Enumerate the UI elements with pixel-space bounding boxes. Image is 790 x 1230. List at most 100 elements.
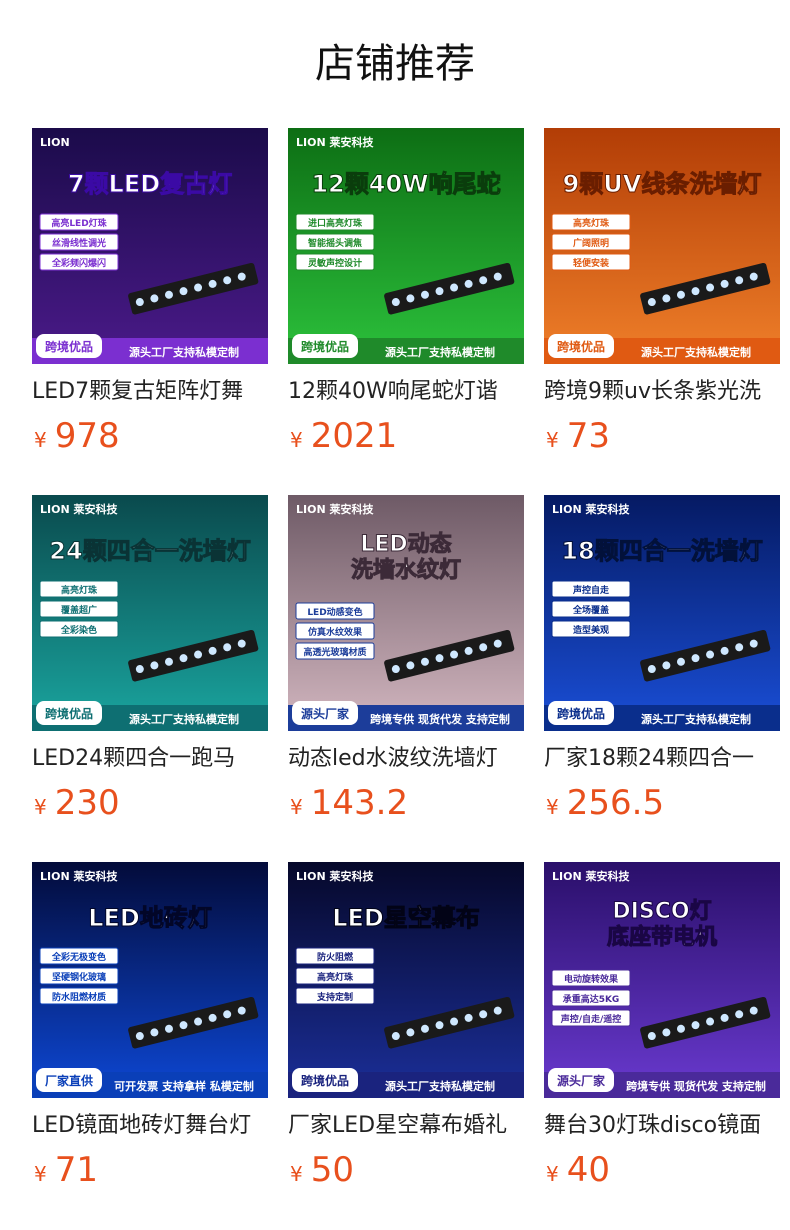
thumb-badge: 跨境优品 xyxy=(301,1073,349,1088)
product-card[interactable]: LION 莱安科技 12颗40W响尾蛇 进口高亮灯珠 智能摇头调焦 灵敏声控设计 跨境优品… xyxy=(288,128,524,488)
currency-symbol: ¥ xyxy=(546,1162,559,1186)
thumb-headline: 7颗LED复古灯 xyxy=(68,170,232,198)
currency-symbol: ¥ xyxy=(290,428,303,452)
product-card[interactable]: LION 莱安科技 18颗四合一洗墙灯 声控自走 全场覆盖 造型美观 跨境优品 源头工厂支持… xyxy=(544,495,780,855)
price-amount: 256.5 xyxy=(566,783,665,823)
product-price: ¥978 xyxy=(34,416,120,456)
thumb-tag: 全场覆盖 xyxy=(572,604,609,616)
thumb-footer: 源头工厂支持私模定制 xyxy=(641,345,751,359)
thumb-headline: DISCO灯 xyxy=(612,899,711,924)
product-price: ¥50 xyxy=(290,1150,354,1190)
thumb-tag: 高亮灯珠 xyxy=(317,971,354,983)
thumb-tag: LED动感变色 xyxy=(307,606,362,618)
product-price: ¥256.5 xyxy=(546,783,664,823)
product-card[interactable]: LION 莱安科技 DISCO灯 底座带电机电动旋转效果 承重高达5KG 声控/自走/遥… xyxy=(544,862,780,1222)
product-price: ¥73 xyxy=(546,416,610,456)
product-card[interactable]: LION 7颗LED复古灯 高亮LED灯珠 丝滑线性调光 全彩频闪爆闪 跨境优品 源头工厂支… xyxy=(32,128,268,488)
price-amount: 71 xyxy=(54,1150,98,1190)
thumb-tag: 全彩染色 xyxy=(60,624,97,636)
product-name[interactable]: LED7颗复古矩阵灯舞 xyxy=(32,376,268,408)
thumb-tag: 灵敏声控设计 xyxy=(307,257,362,269)
currency-symbol: ¥ xyxy=(34,428,47,452)
product-price: ¥71 xyxy=(34,1150,98,1190)
thumb-headline: 底座带电机 xyxy=(607,924,717,950)
thumb-tag: 声控/自走/遥控 xyxy=(560,1013,622,1025)
thumb-footer: 源头工厂支持私模定制 xyxy=(129,345,239,359)
product-image[interactable]: LION 莱安科技 12颗40W响尾蛇 进口高亮灯珠 智能摇头调焦 灵敏声控设计 跨境优品… xyxy=(288,128,524,364)
thumb-tag: 智能摇头调焦 xyxy=(308,237,362,249)
thumb-footer: 源头工厂支持私模定制 xyxy=(129,712,239,726)
product-card[interactable]: LION 莱安科技 LED星空幕布 防火阻燃 高亮灯珠 支持定制 跨境优品 源头工厂支持私模… xyxy=(288,862,524,1222)
page-title: 店铺推荐 xyxy=(315,41,475,87)
product-image[interactable]: LION 莱安科技 LED动态 洗墙水纹灯 LED动感变色 仿真水纹效果 高透光玻璃材质源… xyxy=(288,495,524,731)
product-name[interactable]: 舞台30灯珠disco镜面 xyxy=(544,1110,780,1142)
currency-symbol: ¥ xyxy=(290,795,303,819)
product-name[interactable]: 厂家LED星空幕布婚礼 xyxy=(288,1110,524,1142)
product-name[interactable]: 厂家18颗24颗四合一 xyxy=(544,743,780,775)
thumb-headline: LED动态 xyxy=(360,531,451,557)
thumb-tag: 防火阻燃 xyxy=(317,951,354,963)
price-amount: 50 xyxy=(310,1150,354,1190)
product-name[interactable]: LED镜面地砖灯舞台灯 xyxy=(32,1110,268,1142)
thumb-footer: 跨境专供 现货代发 支持定制 xyxy=(626,1079,766,1093)
product-name[interactable]: 12颗40W响尾蛇灯谐 xyxy=(288,376,524,408)
thumb-tag: 高亮LED灯珠 xyxy=(51,217,107,229)
brand-logo: LION 莱安科技 xyxy=(296,869,374,883)
product-price: ¥2021 xyxy=(290,416,397,456)
product-image[interactable]: LION 莱安科技 24颗四合一洗墙灯 高亮灯珠 覆盖超广 全彩染色 跨境优品 源头工厂支持… xyxy=(32,495,268,731)
thumb-headline: 18颗四合一洗墙灯 xyxy=(561,537,762,565)
thumb-tag: 承重高达5KG xyxy=(563,993,620,1005)
product-image[interactable]: 9颗UV线条洗墙灯 高亮灯珠 广阔照明 轻便安装 跨境优品 源头工厂支持私模定制 xyxy=(544,128,780,364)
price-amount: 143.2 xyxy=(310,783,409,823)
thumb-badge: 跨境优品 xyxy=(557,706,605,721)
product-card[interactable]: LION 莱安科技 LED动态 洗墙水纹灯 LED动感变色 仿真水纹效果 高透光玻璃材质源… xyxy=(288,495,524,855)
product-price: ¥143.2 xyxy=(290,783,408,823)
brand-logo: LION 莱安科技 xyxy=(296,502,374,516)
thumb-badge: 跨境优品 xyxy=(301,339,349,354)
thumb-badge: 跨境优品 xyxy=(45,706,93,721)
thumb-footer: 源头工厂支持私模定制 xyxy=(385,1079,495,1093)
thumb-footer: 源头工厂支持私模定制 xyxy=(385,345,495,359)
thumb-headline: 9颗UV线条洗墙灯 xyxy=(563,170,762,198)
product-card[interactable]: LION 莱安科技 LED地砖灯 全彩无极变色 坚硬钢化玻璃 防水阻燃材质 厂家直供 可开发… xyxy=(32,862,268,1222)
brand-logo: LION 莱安科技 xyxy=(40,502,118,516)
currency-symbol: ¥ xyxy=(546,428,559,452)
product-name[interactable]: LED24颗四合一跑马 xyxy=(32,743,268,775)
brand-logo: LION 莱安科技 xyxy=(296,135,374,149)
thumb-badge: 跨境优品 xyxy=(557,339,605,354)
thumb-tag: 全彩无极变色 xyxy=(51,951,106,963)
thumb-badge: 厂家直供 xyxy=(45,1073,93,1088)
product-price: ¥230 xyxy=(34,783,120,823)
brand-logo: LION 莱安科技 xyxy=(552,869,630,883)
product-name[interactable]: 动态led水波纹洗墙灯 xyxy=(288,743,524,775)
thumb-headline: LED地砖灯 xyxy=(88,904,212,932)
thumb-tag: 坚硬钢化玻璃 xyxy=(52,971,106,983)
thumb-tag: 丝滑线性调光 xyxy=(52,237,106,249)
currency-symbol: ¥ xyxy=(34,795,47,819)
product-card[interactable]: LION 莱安科技 24颗四合一洗墙灯 高亮灯珠 覆盖超广 全彩染色 跨境优品 源头工厂支持… xyxy=(32,495,268,855)
thumb-tag: 声控自走 xyxy=(572,584,609,596)
thumb-badge: 跨境优品 xyxy=(45,339,93,354)
thumb-headline: 洗墙水纹灯 xyxy=(351,557,461,583)
thumb-footer: 跨境专供 现货代发 支持定制 xyxy=(370,712,510,726)
thumb-tag: 广阔照明 xyxy=(573,237,609,249)
product-image[interactable]: LION 莱安科技 LED地砖灯 全彩无极变色 坚硬钢化玻璃 防水阻燃材质 厂家直供 可开发… xyxy=(32,862,268,1098)
brand-logo: LION xyxy=(40,136,70,149)
currency-symbol: ¥ xyxy=(546,795,559,819)
thumb-headline: 12颗40W响尾蛇 xyxy=(311,170,500,198)
price-amount: 40 xyxy=(566,1150,610,1190)
product-image[interactable]: LION 莱安科技 DISCO灯 底座带电机电动旋转效果 承重高达5KG 声控/自走/遥… xyxy=(544,862,780,1098)
product-image[interactable]: LION 莱安科技 LED星空幕布 防火阻燃 高亮灯珠 支持定制 跨境优品 源头工厂支持私模… xyxy=(288,862,524,1098)
thumb-tag: 造型美观 xyxy=(573,624,609,636)
currency-symbol: ¥ xyxy=(34,1162,47,1186)
product-image[interactable]: LION 莱安科技 18颗四合一洗墙灯 声控自走 全场覆盖 造型美观 跨境优品 源头工厂支持… xyxy=(544,495,780,731)
product-image[interactable]: LION 7颗LED复古灯 高亮LED灯珠 丝滑线性调光 全彩频闪爆闪 跨境优品 源头工厂支… xyxy=(32,128,268,364)
thumb-headline: 24颗四合一洗墙灯 xyxy=(49,537,250,565)
thumb-tag: 电动旋转效果 xyxy=(564,973,619,985)
product-name[interactable]: 跨境9颗uv长条紫光洗 xyxy=(544,376,780,408)
product-card[interactable]: 9颗UV线条洗墙灯 高亮灯珠 广阔照明 轻便安装 跨境优品 源头工厂支持私模定制 跨境9颗u… xyxy=(544,128,780,488)
price-amount: 2021 xyxy=(310,416,398,456)
thumb-headline: LED星空幕布 xyxy=(332,904,480,932)
price-amount: 230 xyxy=(54,783,120,823)
product-price: ¥40 xyxy=(546,1150,610,1190)
